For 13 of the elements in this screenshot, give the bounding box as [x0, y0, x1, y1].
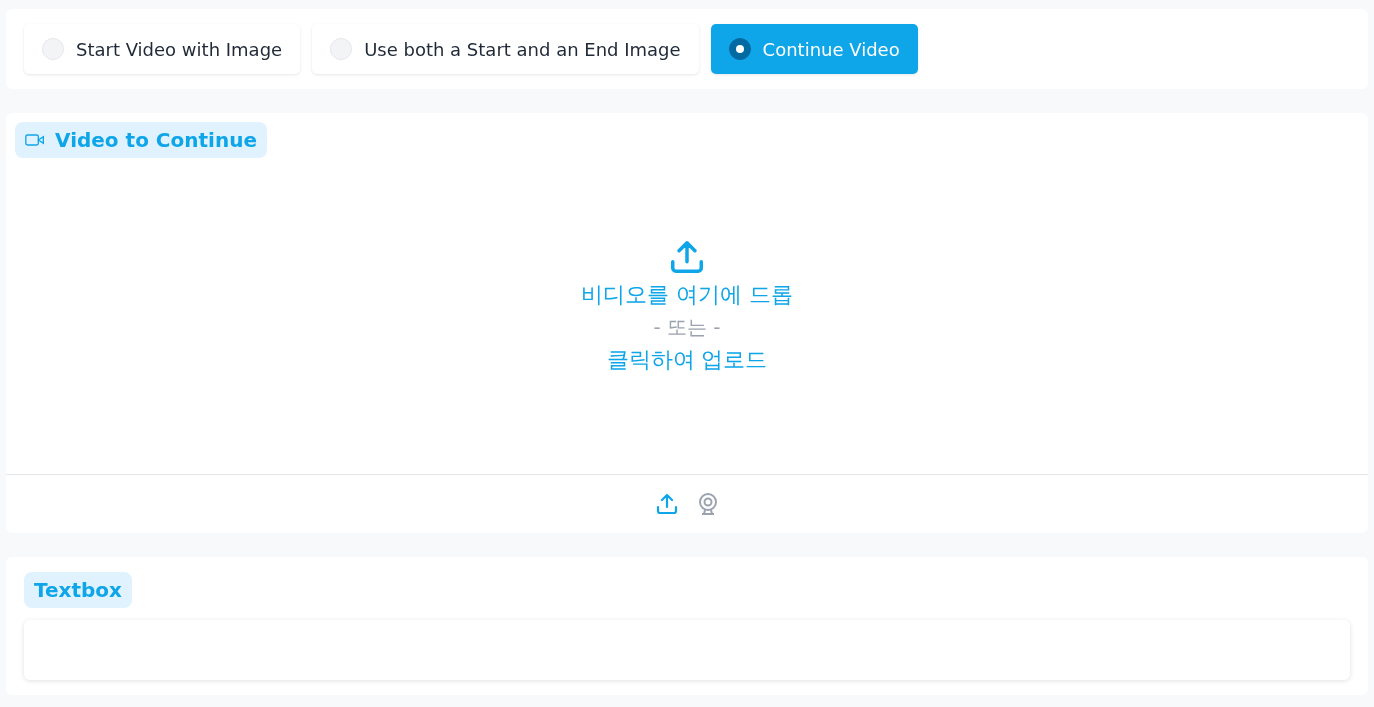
label-text: Video to Continue: [55, 128, 257, 152]
drop-text: 비디오를 여기에 드롭: [581, 280, 793, 309]
upload-icon: [655, 492, 679, 516]
panel-label: Textbox: [24, 572, 132, 608]
radio-option[interactable]: Use both a Start and an End Image: [312, 24, 699, 74]
upload-button[interactable]: [655, 492, 679, 516]
or-text: - 또는 -: [653, 313, 721, 341]
radio-option[interactable]: Start Video with Image: [24, 24, 301, 74]
click-upload-text: 클릭하여 업로드: [606, 345, 768, 374]
webcam-icon: [697, 492, 719, 516]
video-camera-icon: [25, 132, 45, 148]
webcam-button[interactable]: [697, 492, 719, 516]
radio-dot[interactable]: [728, 38, 751, 60]
